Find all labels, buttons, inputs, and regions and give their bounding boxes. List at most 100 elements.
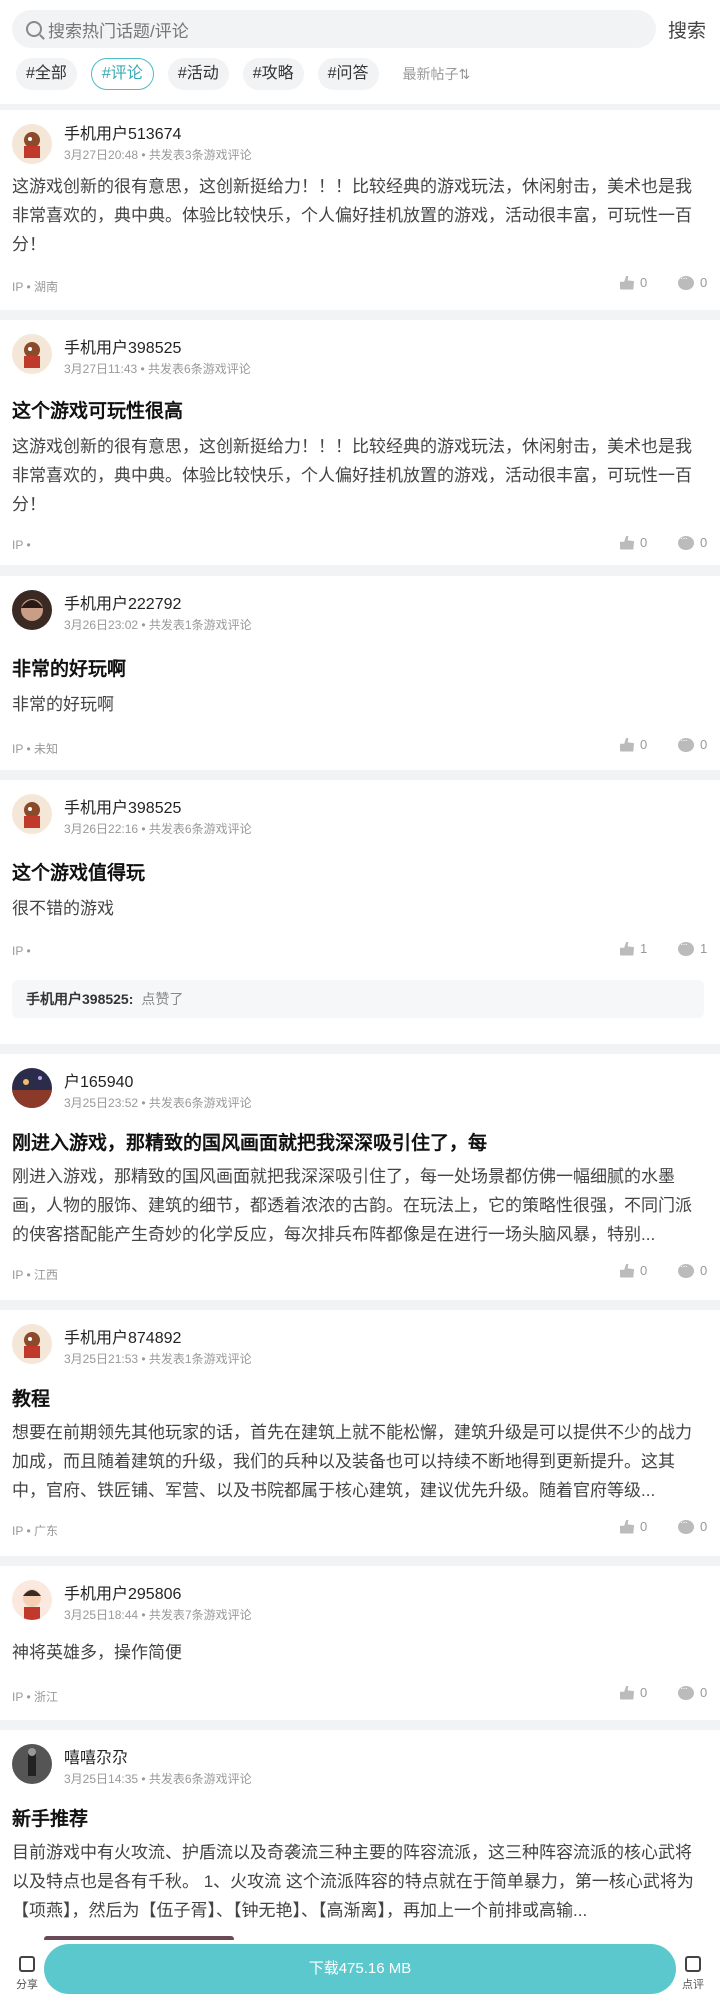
post-card[interactable]: 手机用户398525 3月26日22:16 • 共发表6条游戏评论 这个游戏值得… [0, 780, 720, 1044]
review-label: 点评 [682, 1979, 704, 1991]
avatar[interactable] [12, 1068, 52, 1108]
tag-activity[interactable]: #活动 [167, 58, 229, 90]
username[interactable]: 手机用户222792 [64, 590, 181, 614]
comment-icon [678, 735, 694, 752]
post-title: 这个游戏可玩性很高 [12, 401, 184, 422]
reply-preview[interactable]: 手机用户398525: 点赞了 [12, 980, 704, 1018]
thumbs-up-icon [620, 737, 634, 752]
tag-guide[interactable]: #攻略 [242, 58, 304, 90]
ip-location: IP • 湖南 [12, 280, 58, 294]
ip-location: IP • 浙江 [12, 1690, 58, 1704]
post-body: 非常的好玩啊 [12, 695, 114, 714]
comment-button[interactable]: 0 [678, 273, 707, 290]
tag-filter-bar: #全部 #评论 #活动 #攻略 #问答 最新帖子⇅ [16, 58, 470, 90]
username[interactable]: 手机用户398525 [64, 794, 181, 818]
like-button[interactable]: 0 [620, 275, 647, 290]
avatar[interactable] [12, 794, 52, 834]
post-title: 这个游戏值得玩 [12, 863, 146, 884]
tag-qa[interactable]: #问答 [317, 58, 379, 90]
username[interactable]: 手机用户513674 [64, 120, 181, 144]
like-button[interactable]: 1 [620, 941, 647, 956]
thumbs-up-icon [620, 941, 634, 956]
comment-button[interactable]: 0 [678, 1683, 707, 1700]
bottom-action-bar: 分享 下载475.16 MB 点评 [0, 1940, 720, 2003]
post-meta: 3月27日11:43 • 共发表6条游戏评论 [64, 362, 251, 376]
tag-review[interactable]: #评论 [90, 58, 154, 90]
search-placeholder: 搜索热门话题/评论 [48, 21, 189, 41]
thumbs-up-icon [620, 1519, 634, 1534]
sort-dropdown[interactable]: 最新帖子⇅ [403, 64, 471, 84]
post-title: 非常的好玩啊 [12, 659, 127, 680]
post-meta: 3月26日22:16 • 共发表6条游戏评论 [64, 822, 252, 836]
avatar[interactable] [12, 1744, 52, 1784]
post-body: 刚进入游戏，那精致的国风画面就把我深深吸引住了，每一处场景都仿佛一幅细腻的水墨画… [12, 1167, 692, 1244]
thumbs-up-icon [620, 535, 634, 550]
post-body: 这游戏创新的很有意思，这创新挺给力！！！比较经典的游戏玩法，休闲射击，美术也是我… [12, 437, 692, 514]
post-body: 想要在前期领先其他玩家的话，首先在建筑上就不能松懈，建筑升级是可以提供不少的战力… [12, 1423, 692, 1500]
post-card[interactable]: 手机用户513674 3月27日20:48 • 共发表3条游戏评论 这游戏创新的… [0, 110, 720, 310]
comment-icon [678, 939, 694, 956]
username[interactable]: 嘻嘻尕尕 [64, 1744, 128, 1768]
post-card[interactable]: 户165940 3月25日23:52 • 共发表6条游戏评论 刚进入游戏，那精致… [0, 1054, 720, 1300]
like-button[interactable]: 0 [620, 1519, 647, 1534]
post-title: 刚进入游戏，那精致的国风画面就把我深深吸引住了，每 [12, 1133, 488, 1154]
reply-user[interactable]: 手机用户398525: [26, 991, 133, 1007]
post-body: 这游戏创新的很有意思，这创新挺给力！！！比较经典的游戏玩法，休闲射击，美术也是我… [12, 177, 692, 254]
post-body: 很不错的游戏 [12, 899, 114, 918]
ip-location: IP • [12, 944, 31, 958]
thumbs-up-icon [620, 1685, 634, 1700]
ip-location: IP • 江西 [12, 1268, 58, 1282]
ip-location: IP • 未知 [12, 742, 58, 756]
search-button[interactable]: 搜索 [668, 16, 706, 43]
username[interactable]: 手机用户295806 [64, 1580, 181, 1604]
comment-button[interactable]: 0 [678, 533, 707, 550]
review-button[interactable]: 点评 [678, 1956, 708, 1992]
share-label: 分享 [16, 1979, 38, 1991]
comment-icon [678, 273, 694, 290]
post-title: 教程 [12, 1389, 51, 1410]
username[interactable]: 手机用户874892 [64, 1324, 181, 1348]
avatar[interactable] [12, 1324, 52, 1364]
share-button[interactable]: 分享 [12, 1956, 42, 1992]
tag-all[interactable]: #全部 [16, 58, 77, 90]
share-icon [19, 1956, 35, 1972]
post-meta: 3月25日14:35 • 共发表6条游戏评论 [64, 1772, 252, 1786]
post-body: 目前游戏中有火攻流、护盾流以及奇袭流三种主要的阵容流派，这三种阵容流派的核心武将… [12, 1843, 694, 1920]
post-meta: 3月25日21:53 • 共发表1条游戏评论 [64, 1352, 252, 1366]
post-card[interactable]: 手机用户398525 3月27日11:43 • 共发表6条游戏评论 这个游戏可玩… [0, 320, 720, 565]
download-button[interactable]: 下载475.16 MB [44, 1944, 676, 1994]
username[interactable]: 户165940 [64, 1068, 133, 1092]
reply-text: 点赞了 [141, 991, 184, 1007]
thumbs-up-icon [620, 275, 634, 290]
avatar[interactable] [12, 590, 52, 630]
post-body: 神将英雄多，操作简便 [12, 1643, 182, 1662]
comment-button[interactable]: 0 [678, 1517, 707, 1534]
comment-button[interactable]: 0 [678, 735, 707, 752]
avatar[interactable] [12, 124, 52, 164]
like-button[interactable]: 0 [620, 737, 647, 752]
search-icon [26, 21, 42, 37]
post-card[interactable]: 手机用户222792 3月26日23:02 • 共发表1条游戏评论 非常的好玩啊… [0, 576, 720, 770]
comment-icon [678, 1683, 694, 1700]
edit-icon [685, 1956, 701, 1972]
comment-icon [678, 1261, 694, 1278]
top-bar: 搜索热门话题/评论 搜索 #全部 #评论 #活动 #攻略 #问答 最新帖子⇅ [0, 0, 720, 104]
avatar[interactable] [12, 1580, 52, 1620]
like-button[interactable]: 0 [620, 535, 647, 550]
post-card[interactable]: 手机用户874892 3月25日21:53 • 共发表1条游戏评论 教程 想要在… [0, 1310, 720, 1556]
comment-button[interactable]: 0 [678, 1261, 707, 1278]
post-meta: 3月25日23:52 • 共发表6条游戏评论 [64, 1096, 252, 1110]
username[interactable]: 手机用户398525 [64, 334, 181, 358]
avatar[interactable] [12, 334, 52, 374]
post-meta: 3月27日20:48 • 共发表3条游戏评论 [64, 148, 252, 162]
ip-location: IP • [12, 538, 31, 552]
ip-location: IP • 广东 [12, 1524, 58, 1538]
like-button[interactable]: 0 [620, 1263, 647, 1278]
comment-button[interactable]: 1 [678, 939, 707, 956]
post-meta: 3月25日18:44 • 共发表7条游戏评论 [64, 1608, 252, 1622]
like-button[interactable]: 0 [620, 1685, 647, 1700]
search-input[interactable]: 搜索热门话题/评论 [12, 10, 656, 48]
post-card[interactable]: 手机用户295806 3月25日18:44 • 共发表7条游戏评论 神将英雄多，… [0, 1566, 720, 1720]
post-meta: 3月26日23:02 • 共发表1条游戏评论 [64, 618, 252, 632]
post-title: 新手推荐 [12, 1809, 89, 1830]
